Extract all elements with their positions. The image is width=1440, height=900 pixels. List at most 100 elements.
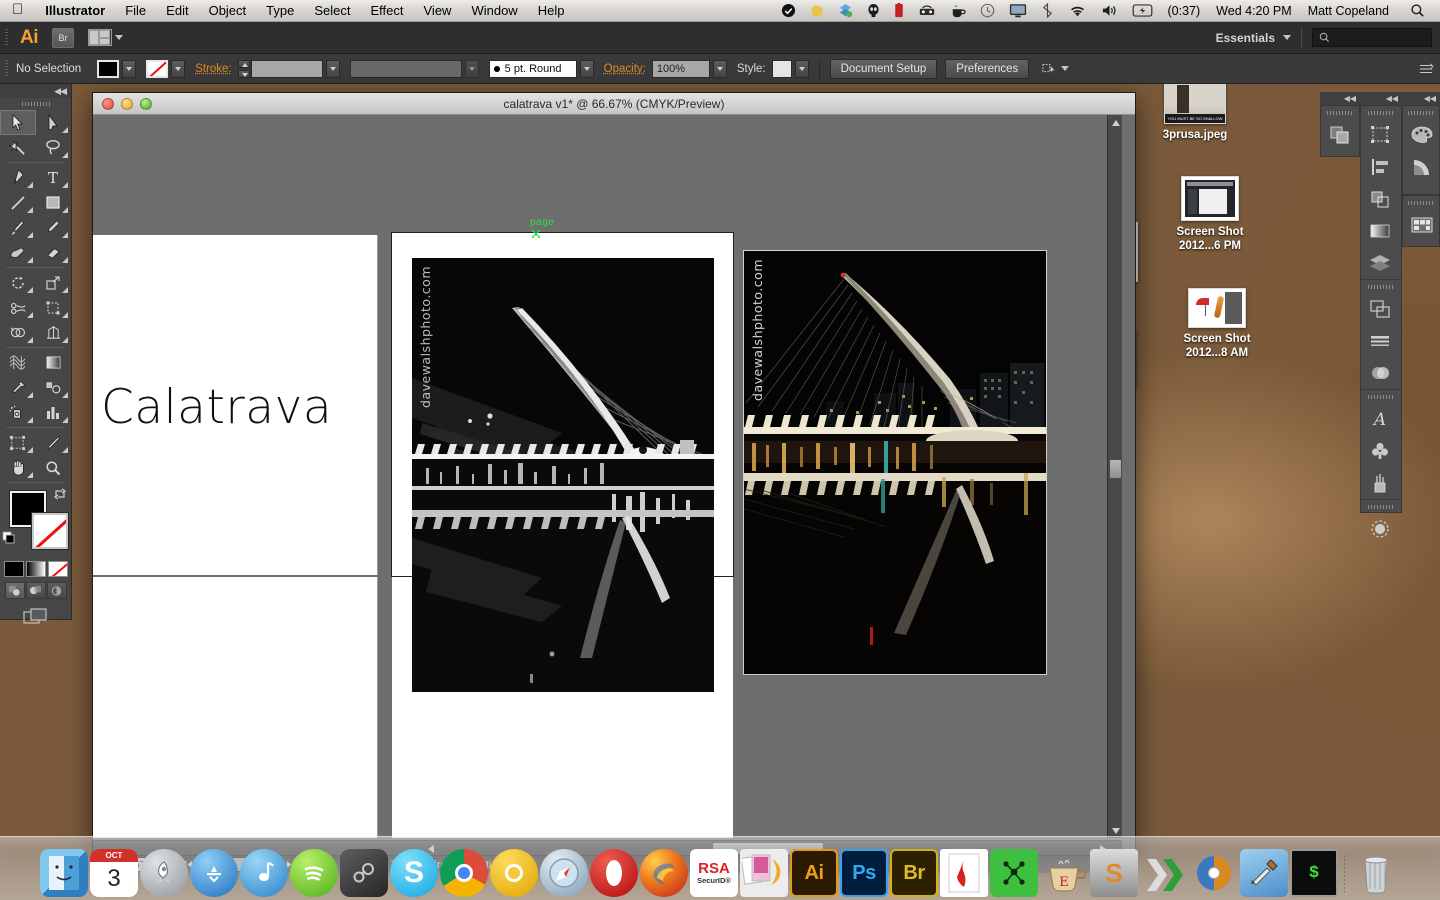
draw-behind-button[interactable]	[25, 582, 46, 599]
display-icon[interactable]	[1002, 0, 1034, 22]
dock-item-opera[interactable]	[590, 849, 638, 897]
panel-grip[interactable]	[1361, 390, 1401, 403]
chevron-down-icon[interactable]	[1061, 66, 1070, 71]
pen-tool[interactable]	[0, 165, 36, 190]
dropbox-icon[interactable]	[774, 0, 803, 22]
document-setup-button[interactable]: Document Setup	[829, 58, 938, 79]
dock-item-eclipse[interactable]: E	[1040, 849, 1088, 897]
dock-item-spotify[interactable]	[290, 849, 338, 897]
draw-normal-button[interactable]	[4, 582, 25, 599]
free-transform-tool[interactable]	[36, 295, 72, 320]
dock-item-terminal[interactable]: $	[1290, 849, 1338, 897]
dock-item-rsa-securid[interactable]: RSA SecurID®	[690, 849, 738, 897]
menu-edit[interactable]: Edit	[156, 0, 198, 22]
dock-item-bridge[interactable]: Br	[890, 849, 938, 897]
swap-fill-stroke-icon[interactable]	[53, 487, 67, 501]
panel-dock-collapse-right[interactable]: ◀◀	[1402, 92, 1440, 105]
appearance-icon[interactable]	[1361, 513, 1399, 545]
rotate-tool[interactable]	[0, 270, 36, 295]
panel-dock-collapse-left[interactable]: ◀◀	[1320, 92, 1360, 105]
bluetooth-icon[interactable]	[1034, 0, 1061, 22]
none-swatch-button[interactable]	[47, 561, 68, 577]
panel-dock-collapse-mid[interactable]: ◀◀	[1360, 92, 1402, 105]
graphic-style-swatch[interactable]	[771, 59, 792, 78]
variable-width-dropdown[interactable]	[464, 59, 479, 78]
artboard-tool[interactable]	[0, 430, 36, 455]
symbol-sprayer-tool[interactable]	[0, 400, 36, 425]
blob-brush-tool[interactable]	[0, 240, 36, 265]
dock-item-itunes[interactable]	[240, 849, 288, 897]
eyedropper-tool[interactable]	[0, 375, 36, 400]
stroke-dropdown[interactable]	[171, 59, 186, 78]
clock-icon[interactable]	[973, 0, 1002, 22]
dock-item-launchpad[interactable]	[140, 849, 188, 897]
spotlight-search-icon[interactable]	[1403, 0, 1432, 22]
skull-icon[interactable]	[860, 0, 887, 22]
dock-item-iphoto[interactable]	[740, 849, 788, 897]
drag-grip[interactable]	[2, 24, 10, 51]
stroke-color-swatch[interactable]	[146, 59, 169, 78]
menu-file[interactable]: File	[115, 0, 156, 22]
fill-color-swatch[interactable]	[97, 59, 120, 78]
panel-grip[interactable]	[1361, 280, 1401, 293]
graphic-style-dropdown[interactable]	[794, 59, 809, 78]
width-tool[interactable]	[0, 295, 36, 320]
menu-view[interactable]: View	[414, 0, 462, 22]
perspective-grid-tool[interactable]	[36, 320, 72, 345]
type-tool[interactable]: T	[36, 165, 72, 190]
zoom-tool[interactable]	[36, 455, 72, 480]
panel-menu-icon[interactable]	[1418, 62, 1434, 76]
links-icon[interactable]	[1321, 119, 1359, 151]
opacity-dropdown[interactable]	[712, 59, 727, 78]
bridge-image-grayscale[interactable]: davewalshphoto.com	[412, 258, 714, 692]
line-segment-tool[interactable]	[0, 190, 36, 215]
stroke-weight-label[interactable]: Stroke:	[185, 63, 237, 75]
menu-help[interactable]: Help	[528, 0, 575, 22]
stroke-weight-dropdown[interactable]	[325, 59, 340, 78]
dock-item-firefox[interactable]	[640, 849, 688, 897]
opacity-field[interactable]: 100%	[651, 59, 710, 78]
menu-select[interactable]: Select	[304, 0, 360, 22]
wifi-icon[interactable]	[1061, 0, 1094, 22]
brush-definition-dropdown[interactable]	[579, 59, 594, 78]
go-to-bridge-button[interactable]: Br	[52, 27, 74, 48]
symbols-icon[interactable]	[1361, 435, 1399, 467]
dock-item-safari[interactable]	[540, 849, 588, 897]
eraser-tool[interactable]	[36, 240, 72, 265]
dock-item-macvim[interactable]	[1140, 849, 1188, 897]
tools-collapse-bar[interactable]: ◀◀	[0, 84, 71, 98]
power-icon[interactable]	[1125, 0, 1160, 22]
panel-grip[interactable]	[1403, 106, 1439, 119]
variable-width-profile-field[interactable]	[349, 59, 462, 78]
artboard-left-top[interactable]: Calatrava	[93, 235, 378, 575]
transform-icon[interactable]	[1361, 119, 1399, 151]
dock-item-skype[interactable]: S	[390, 849, 438, 897]
dock-item-chrome[interactable]	[440, 849, 488, 897]
scroll-up-button[interactable]	[1108, 115, 1122, 130]
gradient-swatch-button[interactable]	[25, 561, 46, 577]
dock-item-steam[interactable]	[340, 849, 388, 897]
panel-grip[interactable]	[1361, 106, 1401, 119]
menubar-username[interactable]: Matt Copeland	[1300, 4, 1403, 18]
workspace-label[interactable]: Essentials	[1216, 31, 1283, 45]
color-icon[interactable]	[1403, 119, 1440, 151]
drag-grip[interactable]	[2, 55, 10, 82]
artboard-left-bottom[interactable]	[93, 577, 378, 838]
headline-text[interactable]: Calatrava	[101, 380, 332, 435]
dock-item-app-store[interactable]	[190, 849, 238, 897]
fill-dropdown[interactable]	[122, 59, 137, 78]
bridge-image-color[interactable]: davewalshphoto.com	[743, 250, 1047, 675]
sync-icon[interactable]	[831, 0, 860, 22]
slice-tool[interactable]	[36, 430, 72, 455]
swatches-icon[interactable]	[1403, 209, 1440, 241]
preferences-button[interactable]: Preferences	[945, 58, 1030, 79]
panel-grip[interactable]	[1321, 106, 1359, 119]
vertical-scroll-thumb[interactable]	[1110, 460, 1121, 478]
bandwidth-icon[interactable]	[911, 0, 943, 22]
change-screen-mode-button[interactable]	[0, 602, 71, 630]
arrange-documents-button[interactable]	[88, 29, 123, 46]
character-icon[interactable]: A	[1361, 403, 1399, 435]
stroke-icon[interactable]	[1361, 325, 1399, 357]
layers-icon[interactable]	[1361, 247, 1399, 279]
dock-item-sublime-text[interactable]: S	[1090, 849, 1138, 897]
